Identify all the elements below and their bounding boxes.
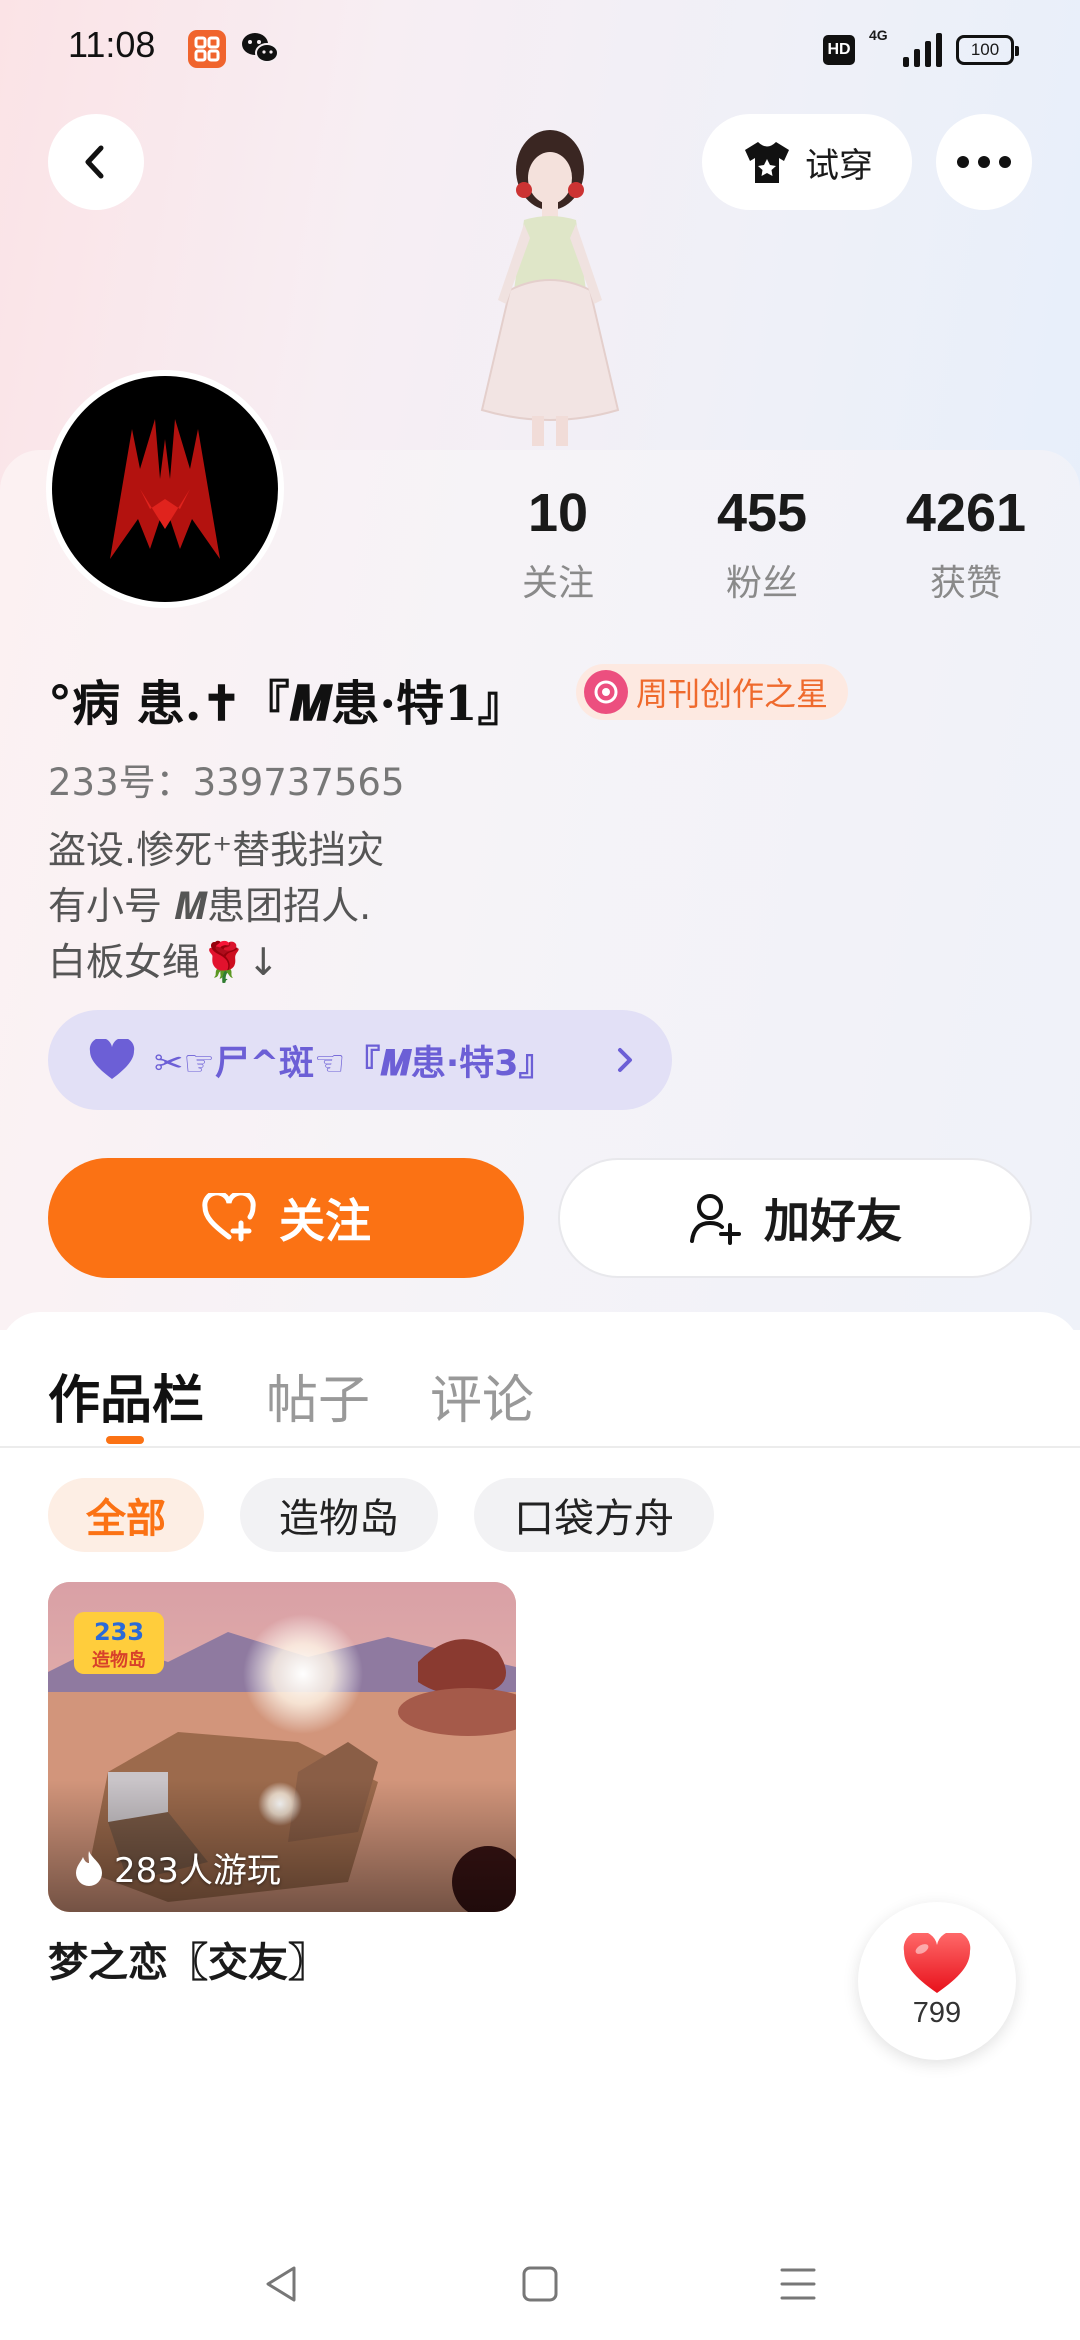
like-fab[interactable]: 799 xyxy=(858,1902,1016,2060)
try-on-label: 试穿 xyxy=(805,145,873,186)
badge-label: 周刊创作之星 xyxy=(636,675,829,713)
chevron-right-icon xyxy=(618,1048,632,1072)
avatar-image xyxy=(52,376,278,602)
tab-comments[interactable]: 评论 xyxy=(430,1358,534,1433)
nav-back-button[interactable] xyxy=(250,2252,314,2316)
network-type: 4G xyxy=(869,27,888,43)
heart-plus-icon xyxy=(202,1193,256,1242)
tshirt-icon xyxy=(745,142,789,183)
battery-level: 100 xyxy=(970,40,1000,59)
creator-star-badge[interactable]: 周刊创作之星 xyxy=(576,664,849,720)
wechat-icon xyxy=(240,30,280,68)
work-card[interactable]: 233 造物岛 283人游玩 xyxy=(48,1582,516,1912)
filter-creation-island[interactable]: 造物岛 xyxy=(240,1478,438,1552)
filter-all[interactable]: 全部 xyxy=(48,1478,204,1552)
add-friend-label: 加好友 xyxy=(764,1194,902,1248)
chevron-left-icon xyxy=(85,145,104,179)
work-players: 283人游玩 xyxy=(74,1843,281,1892)
square-home-icon xyxy=(522,2266,558,2302)
pinned-group-name: ✂☞尸^斑☜『𝑴患·特3』 xyxy=(154,1043,554,1084)
following-count: 10 xyxy=(527,483,589,543)
following-label: 关注 xyxy=(521,563,594,604)
more-horizontal-icon xyxy=(957,156,1011,168)
heart-icon xyxy=(903,1932,971,1993)
follow-button[interactable]: 关注 xyxy=(48,1158,524,1278)
badge-icon xyxy=(584,670,628,714)
system-nav-bar xyxy=(0,2230,1080,2340)
pinned-group-tag[interactable]: ✂☞尸^斑☜『𝑴患·特3』 xyxy=(48,1010,672,1110)
tab-indicator xyxy=(106,1436,144,1444)
heart-icon xyxy=(89,1039,135,1079)
tab-posts[interactable]: 帖子 xyxy=(266,1358,370,1433)
user-plus-icon xyxy=(690,1194,741,1245)
profile-tabs: 作品栏 帖子 评论 xyxy=(0,1330,1080,1446)
work-players-count: 283人游玩 xyxy=(114,1851,281,1891)
signal-icon: 4G xyxy=(869,27,942,67)
likes-count: 4261 xyxy=(905,483,1027,543)
follow-label: 关注 xyxy=(279,1194,371,1248)
followers-count: 455 xyxy=(716,483,808,543)
bio: 盗设.惨死⁺替我挡灾 有小号 𝑴患团招人. 白板女绳🌹↓ xyxy=(48,828,385,984)
flame-icon xyxy=(76,1850,102,1886)
status-bar: 11:08 HD 4G 100 xyxy=(0,0,1080,96)
user-id: 233号：339737565 xyxy=(48,761,405,804)
profile-avatar[interactable] xyxy=(46,370,284,608)
more-button[interactable] xyxy=(936,114,1032,210)
hd-icon: HD xyxy=(823,35,855,65)
stat-followers[interactable]: 455 粉丝 xyxy=(682,478,842,606)
menu-lines-icon xyxy=(780,2268,816,2300)
tab-works[interactable]: 作品栏 xyxy=(48,1358,204,1433)
tabs-divider xyxy=(0,1446,1080,1448)
triangle-back-icon xyxy=(266,2266,296,2302)
add-friend-button[interactable]: 加好友 xyxy=(558,1158,1032,1278)
followers-label: 粉丝 xyxy=(725,563,798,604)
stat-likes[interactable]: 4261 获赞 xyxy=(886,478,1046,606)
battery-icon: 100 xyxy=(956,35,1019,65)
status-time: 11:08 xyxy=(68,24,156,65)
back-button[interactable] xyxy=(48,114,144,210)
nav-menu-button[interactable] xyxy=(766,2252,830,2316)
stat-following[interactable]: 10 关注 xyxy=(478,478,638,606)
likes-label: 获赞 xyxy=(929,563,1002,604)
filter-pocket-ark[interactable]: 口袋方舟 xyxy=(474,1478,714,1552)
work-title[interactable]: 梦之恋〖交友〗 xyxy=(48,1930,328,1988)
nav-home-button[interactable] xyxy=(508,2252,572,2316)
try-on-button[interactable]: 试穿 xyxy=(702,114,912,210)
app-notification-icon xyxy=(188,30,226,68)
like-count: 799 xyxy=(912,1996,962,2029)
avatar-character-figure xyxy=(440,120,660,450)
nickname: °病 患.✝『𝑴患·特1』 xyxy=(48,676,526,732)
status-indicators: HD 4G 100 xyxy=(823,27,1019,70)
